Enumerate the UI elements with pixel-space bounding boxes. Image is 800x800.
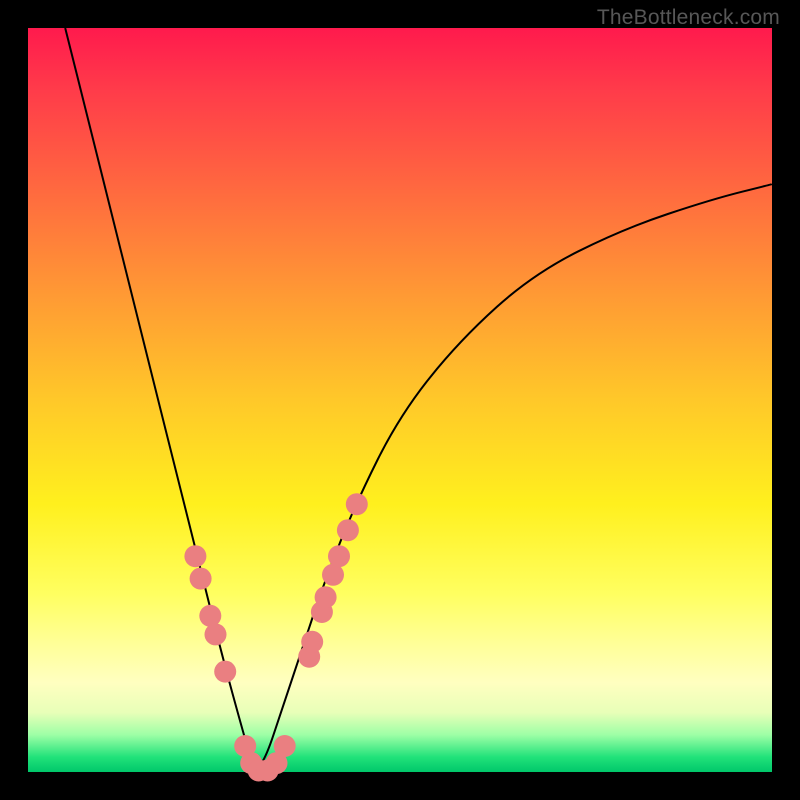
watermark-text: TheBottleneck.com — [597, 6, 780, 30]
data-marker — [301, 631, 323, 653]
data-marker — [214, 661, 236, 683]
data-marker — [328, 545, 350, 567]
plot-area — [28, 28, 772, 772]
bottleneck-curve — [65, 28, 772, 767]
data-marker — [322, 564, 344, 586]
data-marker — [346, 493, 368, 515]
chart-svg — [28, 28, 772, 772]
data-marker — [274, 735, 296, 757]
data-marker — [337, 519, 359, 541]
data-marker — [184, 545, 206, 567]
chart-frame: TheBottleneck.com — [0, 0, 800, 800]
data-marker — [190, 568, 212, 590]
data-marker — [315, 586, 337, 608]
data-marker — [205, 623, 227, 645]
data-marker — [199, 605, 221, 627]
data-markers — [184, 493, 367, 781]
